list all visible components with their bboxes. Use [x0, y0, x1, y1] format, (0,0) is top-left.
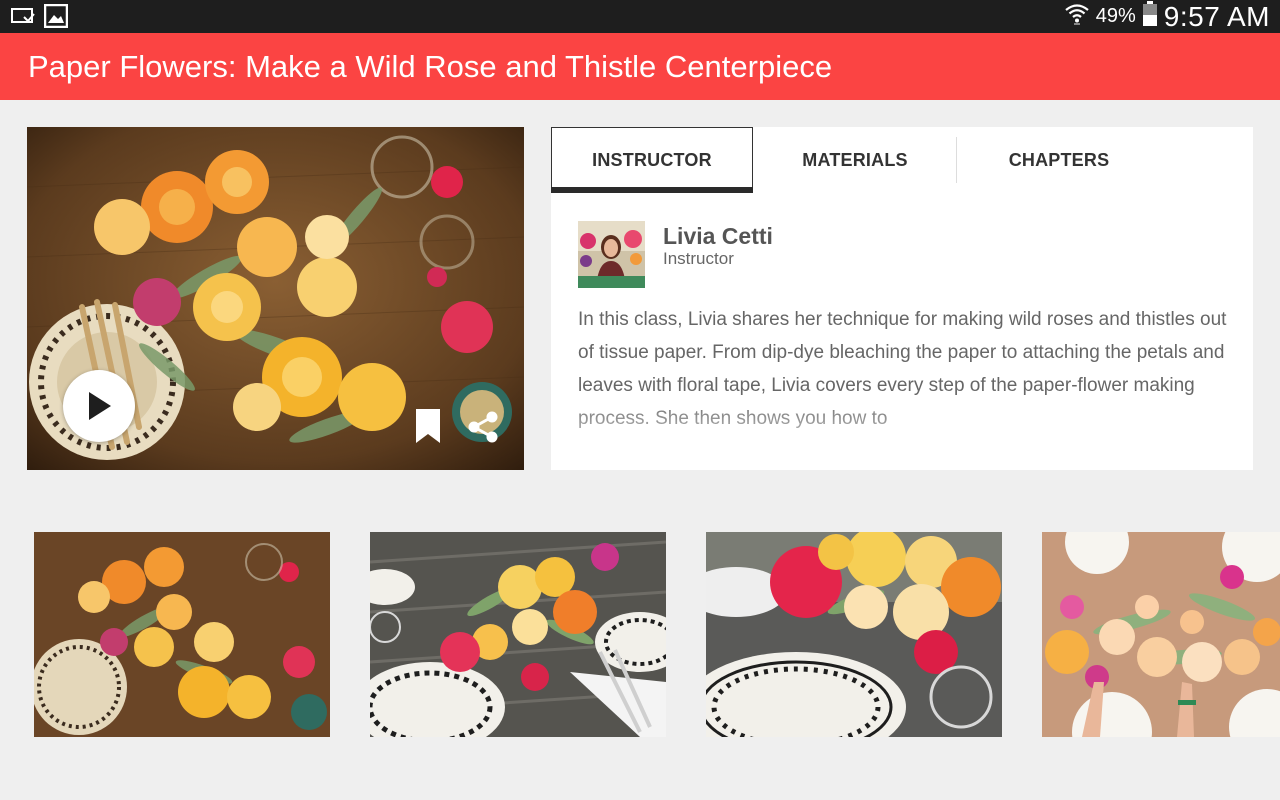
instructor-name: Livia Cetti: [663, 223, 773, 249]
status-bar: 49% 9:57 AM: [0, 0, 1280, 33]
tab-materials[interactable]: MATERIALS: [753, 127, 957, 193]
cast-icon: [10, 5, 36, 32]
play-button[interactable]: [63, 370, 135, 442]
thumbnail-image: [34, 532, 330, 737]
thumbnail-image: [1042, 532, 1280, 737]
tab-bar: INSTRUCTOR MATERIALS CHAPTERS: [551, 127, 1161, 193]
thumbnail-image: [706, 532, 1002, 737]
status-bar-notifications: [10, 3, 69, 33]
tab-instructor[interactable]: INSTRUCTOR: [551, 127, 753, 193]
instructor-role: Instructor: [663, 249, 734, 268]
status-bar-system: 49% 9:57 AM: [1064, 0, 1270, 33]
battery-icon: [1142, 1, 1158, 32]
description-fade: [578, 397, 1238, 437]
bookmark-button[interactable]: [413, 407, 443, 445]
instructor-description-container: In this class, Livia shares her techniqu…: [578, 303, 1238, 437]
thumbnail-image: [370, 532, 666, 737]
class-info-card: INSTRUCTOR MATERIALS CHAPTERS Livia Cett…: [551, 127, 1253, 470]
share-icon: [468, 411, 498, 443]
gallery-thumbnail-1[interactable]: [34, 532, 330, 737]
page-title: Paper Flowers: Make a Wild Rose and This…: [28, 49, 833, 84]
play-icon: [89, 392, 111, 420]
app-bar: Paper Flowers: Make a Wild Rose and This…: [0, 33, 1280, 100]
gallery-thumbnail-4[interactable]: [1042, 532, 1280, 737]
bookmark-icon: [416, 409, 440, 443]
gallery-icon: [43, 3, 69, 33]
avatar: [578, 221, 645, 288]
gallery-thumbnail-3[interactable]: [706, 532, 1002, 737]
share-button[interactable]: [465, 409, 501, 445]
tab-chapters[interactable]: CHAPTERS: [957, 127, 1161, 193]
battery-percent: 49%: [1095, 5, 1136, 27]
gallery-thumbnail-2[interactable]: [370, 532, 666, 737]
wifi-icon: [1064, 1, 1090, 32]
class-video-hero[interactable]: [27, 127, 524, 470]
clock: 9:57 AM: [1163, 0, 1270, 32]
